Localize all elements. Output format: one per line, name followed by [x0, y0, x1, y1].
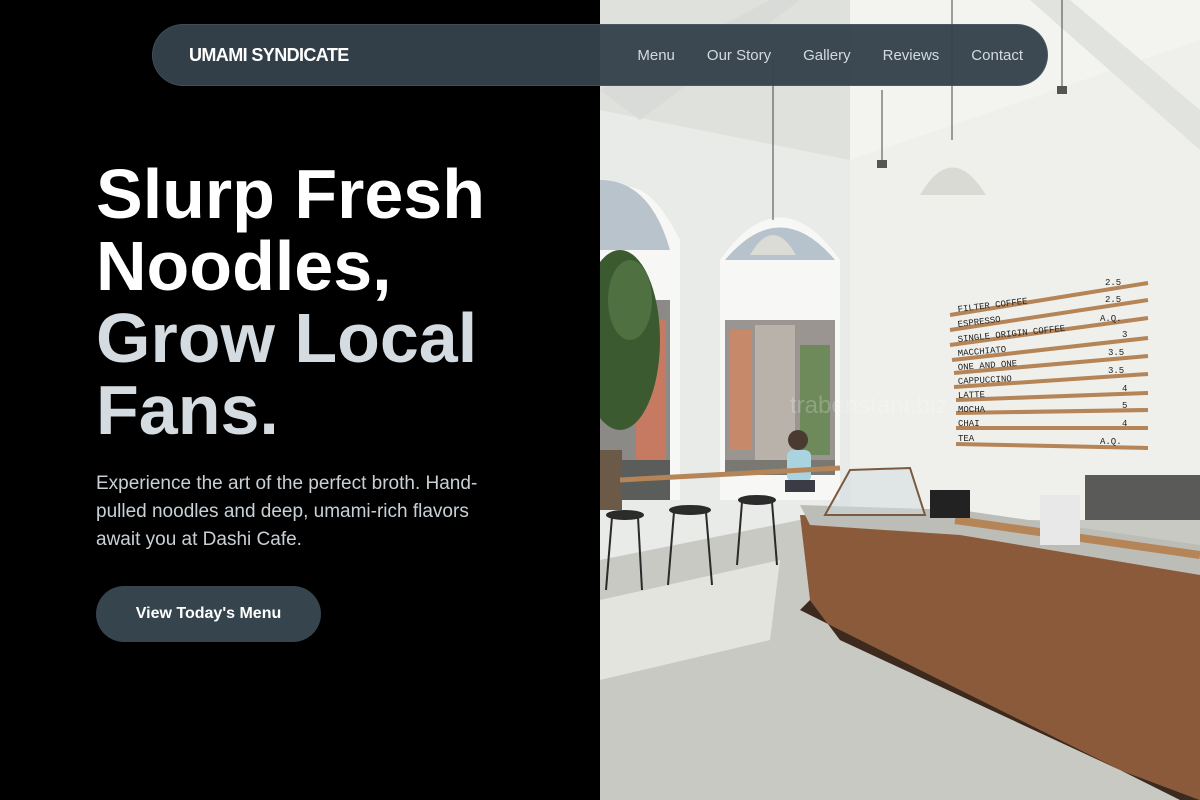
menu-board-price: A.Q. — [1100, 437, 1122, 447]
hero-title-line: Slurp Fresh — [96, 155, 485, 233]
hero-title-accent-line: Grow Local — [96, 299, 478, 377]
nav-link-reviews[interactable]: Reviews — [883, 47, 940, 64]
nav-link-gallery[interactable]: Gallery — [803, 47, 851, 64]
window-center — [720, 217, 840, 500]
nav-link-menu[interactable]: Menu — [637, 47, 675, 64]
menu-board-price: A.Q. — [1100, 314, 1122, 324]
menu-board-price: 3.5 — [1108, 348, 1124, 358]
menu-board-price: 5 — [1122, 401, 1127, 411]
nav-links: Menu Our Story Gallery Reviews Contact — [637, 47, 1023, 64]
menu-board-price: 4 — [1122, 384, 1127, 394]
menu-board-item: MOCHA — [958, 405, 986, 415]
landing-page: FILTER COFFEE ESPRESSO SINGLE ORIGIN COF… — [0, 0, 1200, 800]
hero-title-accent-line: Fans. — [96, 371, 279, 449]
image-watermark: trabenstant.biz — [790, 392, 948, 419]
menu-board-price: 2.5 — [1105, 295, 1121, 305]
menu-board-item: TEA — [958, 434, 975, 444]
menu-board-item: CHAI — [958, 419, 980, 429]
hero-title: Slurp Fresh Noodles, Grow Local Fans. — [96, 158, 576, 446]
view-menu-button[interactable]: View Today's Menu — [96, 586, 321, 642]
hero-subtitle: Experience the art of the perfect broth.… — [96, 473, 478, 550]
menu-board-price: 3 — [1122, 330, 1127, 340]
nav-link-contact[interactable]: Contact — [971, 47, 1023, 64]
nav-link-our-story[interactable]: Our Story — [707, 47, 771, 64]
menu-board-price: 4 — [1122, 419, 1127, 429]
menu-board-price: 3.5 — [1108, 366, 1124, 376]
menu-board-price: 2.5 — [1105, 278, 1121, 288]
top-navbar: UMAMI SYNDICATE Menu Our Story Gallery R… — [152, 24, 1048, 86]
hero-title-line: Noodles, — [96, 227, 392, 305]
menu-board-item: LATTE — [958, 390, 985, 401]
brand-logo[interactable]: UMAMI SYNDICATE — [189, 45, 349, 66]
